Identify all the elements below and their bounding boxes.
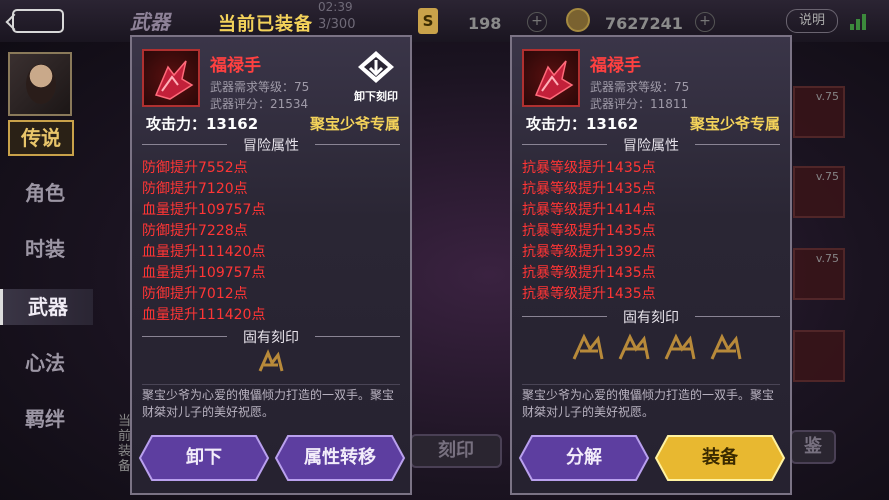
add-currency-1-button[interactable]: + (527, 12, 547, 32)
nav-item-costume[interactable]: 时装 (0, 231, 90, 267)
weapon-icon (142, 49, 200, 107)
inventory-count: 3/300 (318, 17, 356, 32)
add-currency-2-button[interactable]: + (695, 12, 715, 32)
dismantle-button[interactable]: 分解 (518, 433, 650, 483)
score-value: 11811 (650, 97, 689, 111)
attribute-line: 血量提升109757点 (142, 202, 266, 218)
weapon-slot[interactable]: v.75 (793, 86, 845, 138)
back-button[interactable] (12, 9, 64, 33)
attribute-line: 抗暴等级提升1435点 (522, 181, 656, 197)
attribute-line: 血量提升111420点 (142, 244, 266, 260)
inherent-inscription-header: 固有刻印 (522, 307, 780, 326)
weapon-description: 聚宝少爷为心爱的傀儡倾力打造的一双手。聚宝财桀对儿子的美好祝愿。 (142, 384, 400, 421)
equipped-header: 当前已装备 (218, 14, 313, 35)
legend-badge[interactable]: 传说 (8, 120, 74, 156)
slot-level: v.75 (815, 170, 839, 183)
score-label: 武器评分： (210, 97, 271, 111)
signal-icon (850, 10, 870, 30)
attribute-line: 防御提升7012点 (142, 286, 248, 302)
adventure-attr-header: 冒险属性 (522, 135, 780, 154)
attribute-line: 抗暴等级提升1414点 (522, 202, 656, 218)
req-value: 75 (294, 80, 310, 94)
attack-value: 攻击力：13162 (526, 115, 639, 133)
req-label: 武器需求等级： (210, 80, 295, 94)
unequip-button[interactable]: 卸下 (138, 433, 270, 483)
weapon-slot[interactable]: v.75 (793, 248, 845, 300)
equipped-weapon-panel: 福禄手 武器需求等级：75 武器评分：21534 卸下刻印 攻击力：13162 … (130, 35, 412, 495)
weapon-description: 聚宝少爷为心爱的傀儡倾力打造的一双手。聚宝财桀对儿子的美好祝愿。 (522, 384, 780, 421)
exclusive-tag: 聚宝少爷专属 (309, 115, 400, 133)
candidate-weapon-panel: 福禄手 武器需求等级：75 武器评分：11811 攻击力：13162 聚宝少爷专… (510, 35, 792, 495)
weapon-score: 武器评分：11811 (590, 95, 688, 112)
req-value: 75 (674, 80, 690, 94)
currency-2-value: 7627241 (605, 14, 683, 33)
score-label: 武器评分： (590, 97, 651, 111)
currency-1-value: 198 (468, 14, 502, 33)
transfer-attributes-label: 属性转移 (304, 447, 376, 468)
nav-item-mentality[interactable]: 心法 (0, 345, 90, 381)
unequip-label: 卸下 (186, 447, 222, 468)
screen-title: 武器 (130, 10, 170, 34)
engrave-button[interactable]: 刻印 (410, 434, 502, 468)
attribute-line: 抗暴等级提升1435点 (522, 160, 656, 176)
unload-inscription-button[interactable]: 卸下刻印 (350, 49, 402, 103)
inherent-inscription-header: 固有刻印 (142, 327, 400, 346)
dismantle-label: 分解 (566, 447, 602, 468)
weapon-requirement: 武器需求等级：75 (590, 78, 689, 95)
score-value: 21534 (270, 97, 309, 111)
weapon-name: 福禄手 (590, 56, 641, 76)
appraise-button[interactable]: 鉴 (790, 430, 836, 464)
weapon-slot[interactable]: v.75 (793, 166, 845, 218)
inscription-rune-icon (258, 349, 284, 372)
character-avatar[interactable] (8, 52, 72, 116)
gold-coin-icon (566, 8, 590, 32)
equip-button[interactable]: 装备 (654, 433, 786, 483)
nav-item-role[interactable]: 角色 (0, 175, 90, 211)
attribute-line: 防御提升7228点 (142, 223, 248, 239)
attribute-line: 防御提升7120点 (142, 181, 248, 197)
slot-level: v.75 (815, 252, 839, 265)
slot-level: v.75 (815, 90, 839, 103)
weapon-icon (522, 49, 580, 107)
nav-item-bond[interactable]: 羁绊 (0, 401, 90, 437)
req-label: 武器需求等级： (590, 80, 675, 94)
coupon-icon: S (418, 8, 438, 34)
inscription-runes-icon (572, 333, 742, 360)
weapon-score: 武器评分：21534 (210, 95, 308, 112)
equip-label: 装备 (702, 447, 738, 468)
adventure-attr-header: 冒险属性 (142, 135, 400, 154)
unload-inscription-label: 卸下刻印 (354, 90, 398, 103)
attribute-line: 血量提升109757点 (142, 265, 266, 281)
attribute-line: 抗暴等级提升1435点 (522, 265, 656, 281)
unload-inscription-icon (358, 51, 394, 83)
exclusive-tag: 聚宝少爷专属 (689, 115, 780, 133)
weapon-requirement: 武器需求等级：75 (210, 78, 309, 95)
weapon-name: 福禄手 (210, 56, 261, 76)
transfer-attributes-button[interactable]: 属性转移 (274, 433, 406, 483)
clock-text: 02:39 (318, 0, 353, 14)
attack-value: 攻击力：13162 (146, 115, 259, 133)
help-button[interactable]: 说明 (786, 9, 838, 33)
nav-item-weapon[interactable]: 武器 (0, 289, 93, 325)
attribute-line: 抗暴等级提升1435点 (522, 286, 656, 302)
attribute-line: 防御提升7552点 (142, 160, 248, 176)
weapon-slot[interactable] (793, 330, 845, 382)
attribute-line: 血量提升111420点 (142, 307, 266, 323)
attribute-line: 抗暴等级提升1392点 (522, 244, 656, 260)
attribute-line: 抗暴等级提升1435点 (522, 223, 656, 239)
